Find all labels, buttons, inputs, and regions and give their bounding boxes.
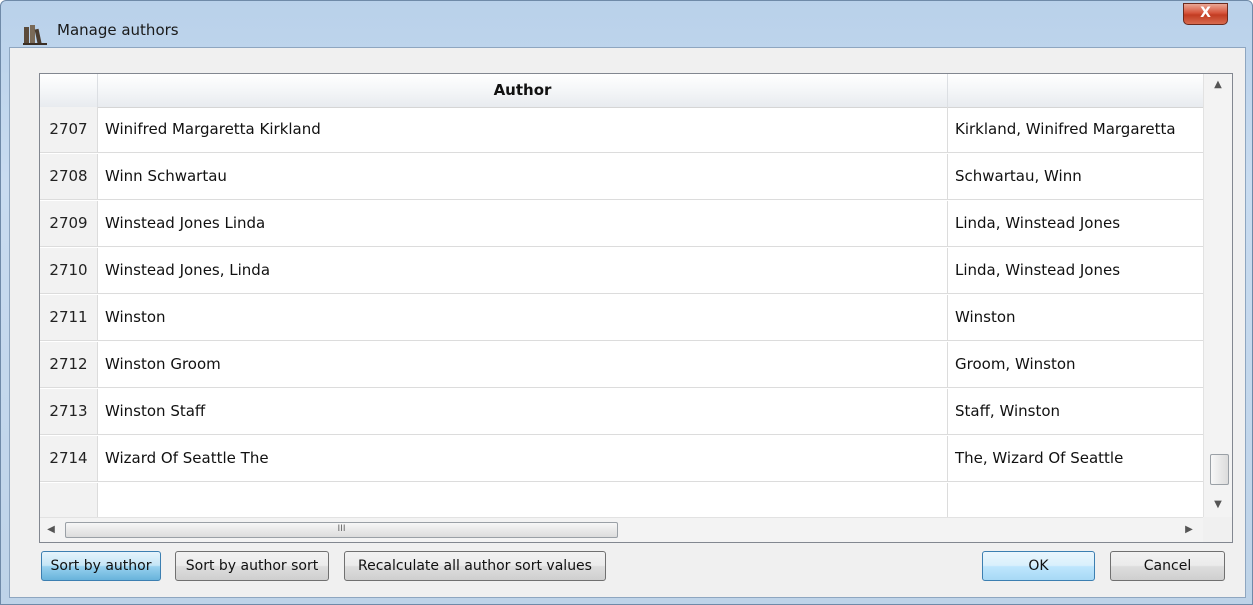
- row-number: 2711: [40, 295, 98, 340]
- row-number: 2712: [40, 342, 98, 387]
- table-row[interactable]: 2712 Winston Groom Groom, Winston: [40, 342, 1203, 388]
- scrollbar-corner: [1203, 517, 1232, 542]
- author-cell[interactable]: Winston Groom: [98, 342, 948, 387]
- table-row[interactable]: 2708 Winn Schwartau Schwartau, Winn: [40, 154, 1203, 200]
- author-cell[interactable]: Winstead Jones Linda: [98, 201, 948, 246]
- author-sort-cell[interactable]: Linda, Winstead Jones: [948, 201, 1203, 246]
- table-grid: Author 2707 Winifred Margaretta Kirkland…: [40, 74, 1203, 517]
- close-icon: X: [1200, 5, 1211, 21]
- header-author-sort[interactable]: [948, 74, 1203, 107]
- table-row-partial[interactable]: [40, 483, 1203, 517]
- row-number: [40, 483, 98, 517]
- row-number: 2710: [40, 248, 98, 293]
- table-row[interactable]: 2714 Wizard Of Seattle The The, Wizard O…: [40, 436, 1203, 482]
- row-number: 2707: [40, 107, 98, 152]
- vertical-scrollbar[interactable]: ▲ ▼: [1203, 74, 1232, 517]
- author-cell[interactable]: Winifred Margaretta Kirkland: [98, 107, 948, 152]
- dialog-body: Author 2707 Winifred Margaretta Kirkland…: [9, 47, 1246, 598]
- author-sort-cell[interactable]: Groom, Winston: [948, 342, 1203, 387]
- ok-button[interactable]: OK: [982, 551, 1095, 581]
- scroll-up-icon[interactable]: ▲: [1204, 74, 1232, 96]
- author-cell[interactable]: Winstead Jones, Linda: [98, 248, 948, 293]
- authors-table: Author 2707 Winifred Margaretta Kirkland…: [39, 73, 1233, 543]
- author-sort-cell[interactable]: The, Wizard Of Seattle: [948, 436, 1203, 481]
- row-number: 2714: [40, 436, 98, 481]
- author-cell[interactable]: Wizard Of Seattle The: [98, 436, 948, 481]
- sort-by-author-sort-button[interactable]: Sort by author sort: [175, 551, 329, 581]
- author-cell[interactable]: Winston: [98, 295, 948, 340]
- scroll-grip-icon: III: [337, 524, 346, 534]
- scroll-left-icon[interactable]: ◀: [40, 518, 62, 542]
- scroll-right-icon[interactable]: ▶: [1178, 518, 1200, 542]
- sort-by-author-button[interactable]: Sort by author: [41, 551, 161, 581]
- row-number: 2713: [40, 389, 98, 434]
- author-cell[interactable]: Winston Staff: [98, 389, 948, 434]
- header-author[interactable]: Author: [98, 74, 948, 107]
- author-cell[interactable]: [98, 483, 948, 517]
- author-sort-cell[interactable]: Winston: [948, 295, 1203, 340]
- table-row[interactable]: 2709 Winstead Jones Linda Linda, Winstea…: [40, 201, 1203, 247]
- manage-authors-window: Manage authors X Author 2707 Winifred Ma…: [0, 0, 1253, 605]
- horizontal-scrollbar[interactable]: ◀ III ▶: [40, 517, 1203, 542]
- row-number: 2709: [40, 201, 98, 246]
- table-header: Author: [40, 74, 1203, 108]
- books-icon: [23, 25, 47, 45]
- author-sort-cell[interactable]: Linda, Winstead Jones: [948, 248, 1203, 293]
- close-button[interactable]: X: [1183, 3, 1228, 25]
- table-row[interactable]: 2711 Winston Winston: [40, 295, 1203, 341]
- table-row[interactable]: 2713 Winston Staff Staff, Winston: [40, 389, 1203, 435]
- vertical-scroll-thumb[interactable]: [1210, 454, 1229, 485]
- window-title: Manage authors: [57, 21, 179, 39]
- title-bar[interactable]: Manage authors X: [1, 1, 1252, 45]
- author-sort-cell[interactable]: [948, 483, 1203, 517]
- author-cell[interactable]: Winn Schwartau: [98, 154, 948, 199]
- table-row[interactable]: 2707 Winifred Margaretta Kirkland Kirkla…: [40, 107, 1203, 153]
- table-row[interactable]: 2710 Winstead Jones, Linda Linda, Winste…: [40, 248, 1203, 294]
- recalculate-author-sort-button[interactable]: Recalculate all author sort values: [344, 551, 606, 581]
- row-number: 2708: [40, 154, 98, 199]
- scroll-down-icon[interactable]: ▼: [1204, 494, 1232, 516]
- header-row-number[interactable]: [40, 74, 98, 107]
- author-sort-cell[interactable]: Kirkland, Winifred Margaretta: [948, 107, 1203, 152]
- author-sort-cell[interactable]: Schwartau, Winn: [948, 154, 1203, 199]
- horizontal-scroll-thumb[interactable]: III: [65, 522, 618, 538]
- cancel-button[interactable]: Cancel: [1110, 551, 1225, 581]
- author-sort-cell[interactable]: Staff, Winston: [948, 389, 1203, 434]
